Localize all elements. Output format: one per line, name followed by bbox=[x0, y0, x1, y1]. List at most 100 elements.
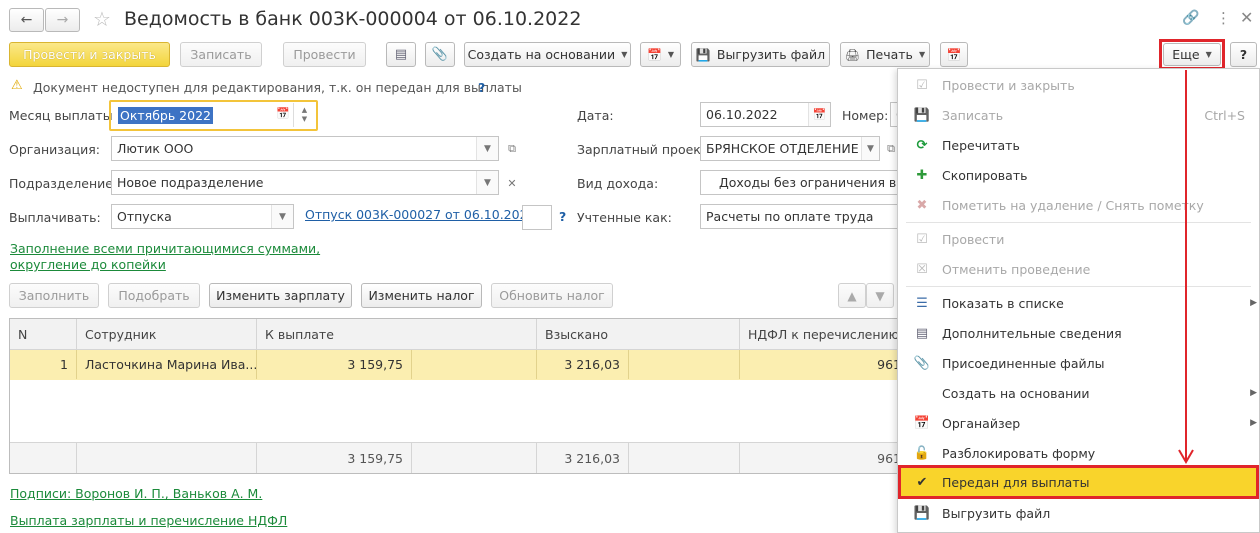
menu-item-show-in-list[interactable]: ☰ Показать в списке ▶ bbox=[898, 288, 1259, 318]
column-header-withheld[interactable]: Взыскано bbox=[537, 319, 740, 350]
chevron-down-icon[interactable]: ▼ bbox=[271, 205, 293, 228]
salary-project-field[interactable]: БРЯНСКОЕ ОТДЕЛЕНИЕ ▼ bbox=[700, 136, 880, 161]
pick-button[interactable]: Подобрать bbox=[108, 283, 200, 308]
organization-field[interactable]: Лютик ООО ▼ bbox=[111, 136, 499, 161]
update-tax-button[interactable]: Обновить налог bbox=[491, 283, 613, 308]
menu-item-organizer[interactable]: 📅 Органайзер ▶ bbox=[898, 408, 1259, 438]
menu-item-label: Выгрузить файл bbox=[942, 505, 1051, 521]
month-value: Октябрь 2022 bbox=[118, 107, 213, 124]
post-and-close-button[interactable]: Провести и закрыть bbox=[9, 42, 170, 67]
clear-icon[interactable]: ✕ bbox=[501, 172, 523, 194]
menu-item-transferred-for-payment[interactable]: ✔ Передан для выплаты bbox=[898, 467, 1259, 497]
organizer-button[interactable]: 📅 ▼ bbox=[640, 42, 681, 67]
move-up-button[interactable]: ▲ bbox=[838, 283, 866, 308]
menu-item-label: Пометить на удаление / Снять пометку bbox=[942, 197, 1204, 213]
more-button[interactable]: Еще ▼ bbox=[1163, 43, 1221, 66]
forward-button[interactable]: → bbox=[45, 8, 80, 32]
attachments-button[interactable]: 📎 bbox=[425, 42, 455, 67]
close-icon[interactable]: ✕ bbox=[1240, 8, 1253, 27]
column-header-employee[interactable]: Сотрудник bbox=[77, 319, 257, 350]
organizer-icon: 📅 bbox=[646, 47, 662, 62]
month-field[interactable]: Октябрь 2022 📅 ▲ ▼ bbox=[113, 103, 315, 128]
change-tax-button[interactable]: Изменить налог bbox=[361, 283, 482, 308]
menu-item-label: Дополнительные сведения bbox=[942, 325, 1122, 341]
link-icon[interactable]: 🔗 bbox=[1182, 10, 1199, 26]
arrow-up-icon: ▲ bbox=[847, 288, 857, 303]
print-button[interactable]: 🖨 Печать ▼ bbox=[840, 42, 930, 67]
menu-item-save[interactable]: 💾 Записать Ctrl+S bbox=[898, 100, 1259, 130]
fill-settings-text: Заполнение всеми причитающимися суммами,… bbox=[10, 241, 321, 272]
cell-empty bbox=[412, 350, 537, 379]
fill-settings-link[interactable]: Заполнение всеми причитающимися суммами,… bbox=[10, 241, 400, 273]
signatures-link[interactable]: Подписи: Воронов И. П., Ваньков А. М. bbox=[10, 486, 262, 501]
salary-project-label: Зарплатный проект: bbox=[577, 142, 713, 157]
kebab-menu-icon[interactable]: ⋮ bbox=[1216, 9, 1231, 27]
help-button[interactable]: ? bbox=[1230, 42, 1257, 67]
open-icon[interactable]: ⧉ bbox=[501, 138, 523, 160]
income-type-field[interactable]: Доходы без ограничения взы bbox=[700, 170, 900, 195]
reports-organizer-button[interactable]: 📅 bbox=[940, 42, 968, 67]
menu-item-refresh[interactable]: ⟳ Перечитать bbox=[898, 130, 1259, 160]
column-header-n[interactable]: N bbox=[10, 319, 77, 350]
menu-item-export-file[interactable]: 💾 Выгрузить файл bbox=[898, 498, 1259, 528]
column-header-ndfl[interactable]: НДФЛ к перечислению bbox=[740, 319, 899, 350]
paperclip-icon: 📎 bbox=[431, 47, 449, 62]
pay-label: Выплачивать: bbox=[9, 210, 101, 225]
cell-ndfl: 961 bbox=[877, 357, 900, 372]
save-button[interactable]: Записать bbox=[180, 42, 262, 67]
chevron-down-icon[interactable]: ▼ bbox=[861, 137, 879, 160]
fill-button[interactable]: Заполнить bbox=[9, 283, 99, 308]
pay-extra-field[interactable] bbox=[522, 205, 552, 230]
create-based-on-button[interactable]: Создать на основании ▼ bbox=[464, 42, 631, 67]
more-label: Еще bbox=[1172, 47, 1200, 62]
menu-item-unpost[interactable]: ☒ Отменить проведение bbox=[898, 254, 1259, 284]
chevron-down-icon[interactable]: ▼ bbox=[476, 171, 498, 194]
date-field[interactable]: 06.10.2022 📅 bbox=[700, 102, 831, 127]
menu-item-label: Органайзер bbox=[942, 415, 1021, 431]
menu-item-unlock-form[interactable]: 🔓 Разблокировать форму bbox=[898, 438, 1259, 468]
change-salary-button[interactable]: Изменить зарплату bbox=[209, 283, 352, 308]
back-button[interactable]: ← bbox=[9, 8, 44, 32]
menu-item-copy[interactable]: ✚ Скопировать bbox=[898, 160, 1259, 190]
number-label: Номер: bbox=[842, 108, 889, 123]
printer-icon: 🖨 bbox=[844, 47, 861, 62]
cell-n: 1 bbox=[10, 350, 77, 379]
menu-item-create-based-on[interactable]: Создать на основании ▶ bbox=[898, 378, 1259, 408]
calendar-icon[interactable]: 📅 bbox=[276, 107, 290, 120]
menu-item-label: Перечитать bbox=[942, 137, 1020, 153]
list-icon: ☰ bbox=[916, 295, 928, 311]
menu-item-label: Отменить проведение bbox=[942, 261, 1091, 277]
post-icon: ☑ bbox=[916, 231, 928, 247]
table-row[interactable]: 1 Ласточкина Марина Ива... 3 159,75 3 21… bbox=[10, 350, 900, 380]
pay-field[interactable]: Отпуска ▼ bbox=[111, 204, 294, 229]
payroll-table[interactable]: N Сотрудник К выплате Взыскано НДФЛ к пе… bbox=[9, 318, 900, 474]
check-icon: ✔ bbox=[916, 474, 928, 490]
arrow-down-icon: ▼ bbox=[875, 288, 885, 303]
payment-link[interactable]: Выплата зарплаты и перечисление НДФЛ bbox=[10, 513, 287, 528]
vacation-document-link[interactable]: Отпуск 003К-000027 от 06.10.2022 bbox=[305, 207, 536, 222]
unpost-icon: ☒ bbox=[916, 261, 928, 277]
menu-item-label: Записать bbox=[942, 107, 1004, 123]
warning-help[interactable]: ? bbox=[478, 80, 485, 95]
menu-item-attached-files[interactable]: 📎 Присоединенные файлы bbox=[898, 348, 1259, 378]
department-field[interactable]: Новое подразделение ▼ bbox=[111, 170, 499, 195]
export-file-button[interactable]: 💾 Выгрузить файл bbox=[691, 42, 830, 67]
column-header-to-pay[interactable]: К выплате bbox=[257, 319, 537, 350]
menu-item-delete-mark[interactable]: ✖ Пометить на удаление / Снять пометку bbox=[898, 190, 1259, 220]
calendar-icon[interactable]: 📅 bbox=[808, 103, 830, 126]
menu-item-post-close[interactable]: ☑ Провести и закрыть bbox=[898, 70, 1259, 100]
report-button[interactable]: ▤ bbox=[386, 42, 416, 67]
chevron-down-icon: ▼ bbox=[918, 50, 926, 59]
copy-icon: ✚ bbox=[916, 167, 928, 183]
spinner-icon[interactable]: ▲ ▼ bbox=[293, 103, 315, 127]
chevron-down-icon[interactable]: ▼ bbox=[476, 137, 498, 160]
accounted-as-field[interactable]: Расчеты по оплате труда bbox=[700, 204, 900, 229]
menu-item-post[interactable]: ☑ Провести bbox=[898, 224, 1259, 254]
move-down-button[interactable]: ▼ bbox=[866, 283, 894, 308]
footer-employee bbox=[77, 443, 257, 473]
favorite-star-icon[interactable]: ☆ bbox=[93, 7, 111, 31]
menu-item-additional-info[interactable]: ▤ Дополнительные сведения bbox=[898, 318, 1259, 348]
menu-item-label: Создать на основании bbox=[942, 385, 1090, 401]
post-button[interactable]: Провести bbox=[283, 42, 366, 67]
pay-help[interactable]: ? bbox=[559, 209, 566, 224]
